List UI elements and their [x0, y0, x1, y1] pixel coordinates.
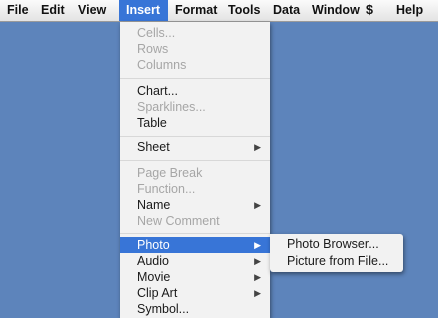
menu-separator — [120, 233, 270, 234]
menu-item-photo-browser[interactable]: Photo Browser... — [270, 236, 403, 253]
submenu-arrow-icon: ▶ — [254, 256, 261, 266]
menu-item-sparklines: Sparklines... — [120, 99, 270, 115]
submenu-arrow-icon: ▶ — [254, 288, 261, 298]
menu-help[interactable]: Help — [389, 0, 430, 21]
menu-item-label: Page Break — [137, 166, 203, 180]
submenu-arrow-icon: ▶ — [254, 142, 261, 152]
menu-item-rows: Rows — [120, 41, 270, 57]
menu-item-sheet[interactable]: Sheet ▶ — [120, 139, 270, 155]
menu-item-table[interactable]: Table — [120, 115, 270, 131]
insert-dropdown-menu: Cells... Rows Columns Chart... Sparkline… — [120, 22, 270, 318]
submenu-arrow-icon: ▶ — [254, 200, 261, 210]
menu-item-photo[interactable]: Photo ▶ — [120, 237, 270, 253]
menu-item-label: Photo — [137, 238, 170, 252]
menu-item-label: Cells... — [137, 26, 176, 40]
menu-item-label: Audio — [137, 254, 169, 268]
menu-bar: File Edit View Insert Format Tools Data … — [0, 0, 438, 22]
menu-item-label: Name — [137, 198, 171, 212]
menu-separator — [120, 136, 270, 137]
menu-item-function: Function... — [120, 181, 270, 197]
menu-tools[interactable]: Tools — [221, 0, 267, 21]
menu-window[interactable]: Window — [305, 0, 367, 21]
menu-item-label: Clip Art — [137, 286, 178, 300]
menu-item-picture-from-file[interactable]: Picture from File... — [270, 253, 403, 270]
menu-item-label: Chart... — [137, 84, 178, 98]
menu-item-symbol[interactable]: Symbol... — [120, 301, 270, 317]
submenu-arrow-icon: ▶ — [254, 272, 261, 282]
menu-item-label: Rows — [137, 42, 169, 56]
menu-item-page-break: Page Break — [120, 165, 270, 181]
menu-format[interactable]: Format — [168, 0, 224, 21]
menu-edit[interactable]: Edit — [34, 0, 72, 21]
menu-item-label: Function... — [137, 182, 196, 196]
menu-item-movie[interactable]: Movie ▶ — [120, 269, 270, 285]
menu-item-label: New Comment — [137, 214, 220, 228]
photo-submenu: Photo Browser... Picture from File... — [270, 234, 403, 272]
menu-view[interactable]: View — [71, 0, 113, 21]
menu-item-clip-art[interactable]: Clip Art ▶ — [120, 285, 270, 301]
menu-item-name[interactable]: Name ▶ — [120, 197, 270, 213]
menu-item-label: Table — [137, 116, 167, 130]
menu-item-label: Movie — [137, 270, 171, 284]
menu-data[interactable]: Data — [266, 0, 307, 21]
submenu-arrow-icon: ▶ — [254, 240, 261, 250]
menu-item-columns: Columns — [120, 57, 270, 73]
menu-item-new-comment: New Comment — [120, 213, 270, 229]
menu-item-cells: Cells... — [120, 25, 270, 41]
menu-item-label: Columns — [137, 58, 187, 72]
menu-separator — [120, 78, 270, 79]
menu-separator — [120, 160, 270, 161]
menu-item-label: Sparklines... — [137, 100, 206, 114]
menu-file[interactable]: File — [0, 0, 36, 21]
menu-item-label: Symbol... — [137, 302, 190, 316]
menu-insert[interactable]: Insert — [119, 0, 168, 21]
menu-item-label: Sheet — [137, 140, 170, 154]
menu-item-audio[interactable]: Audio ▶ — [120, 253, 270, 269]
script-menu-icon[interactable]: $ — [359, 0, 380, 21]
menu-item-chart[interactable]: Chart... — [120, 83, 270, 99]
